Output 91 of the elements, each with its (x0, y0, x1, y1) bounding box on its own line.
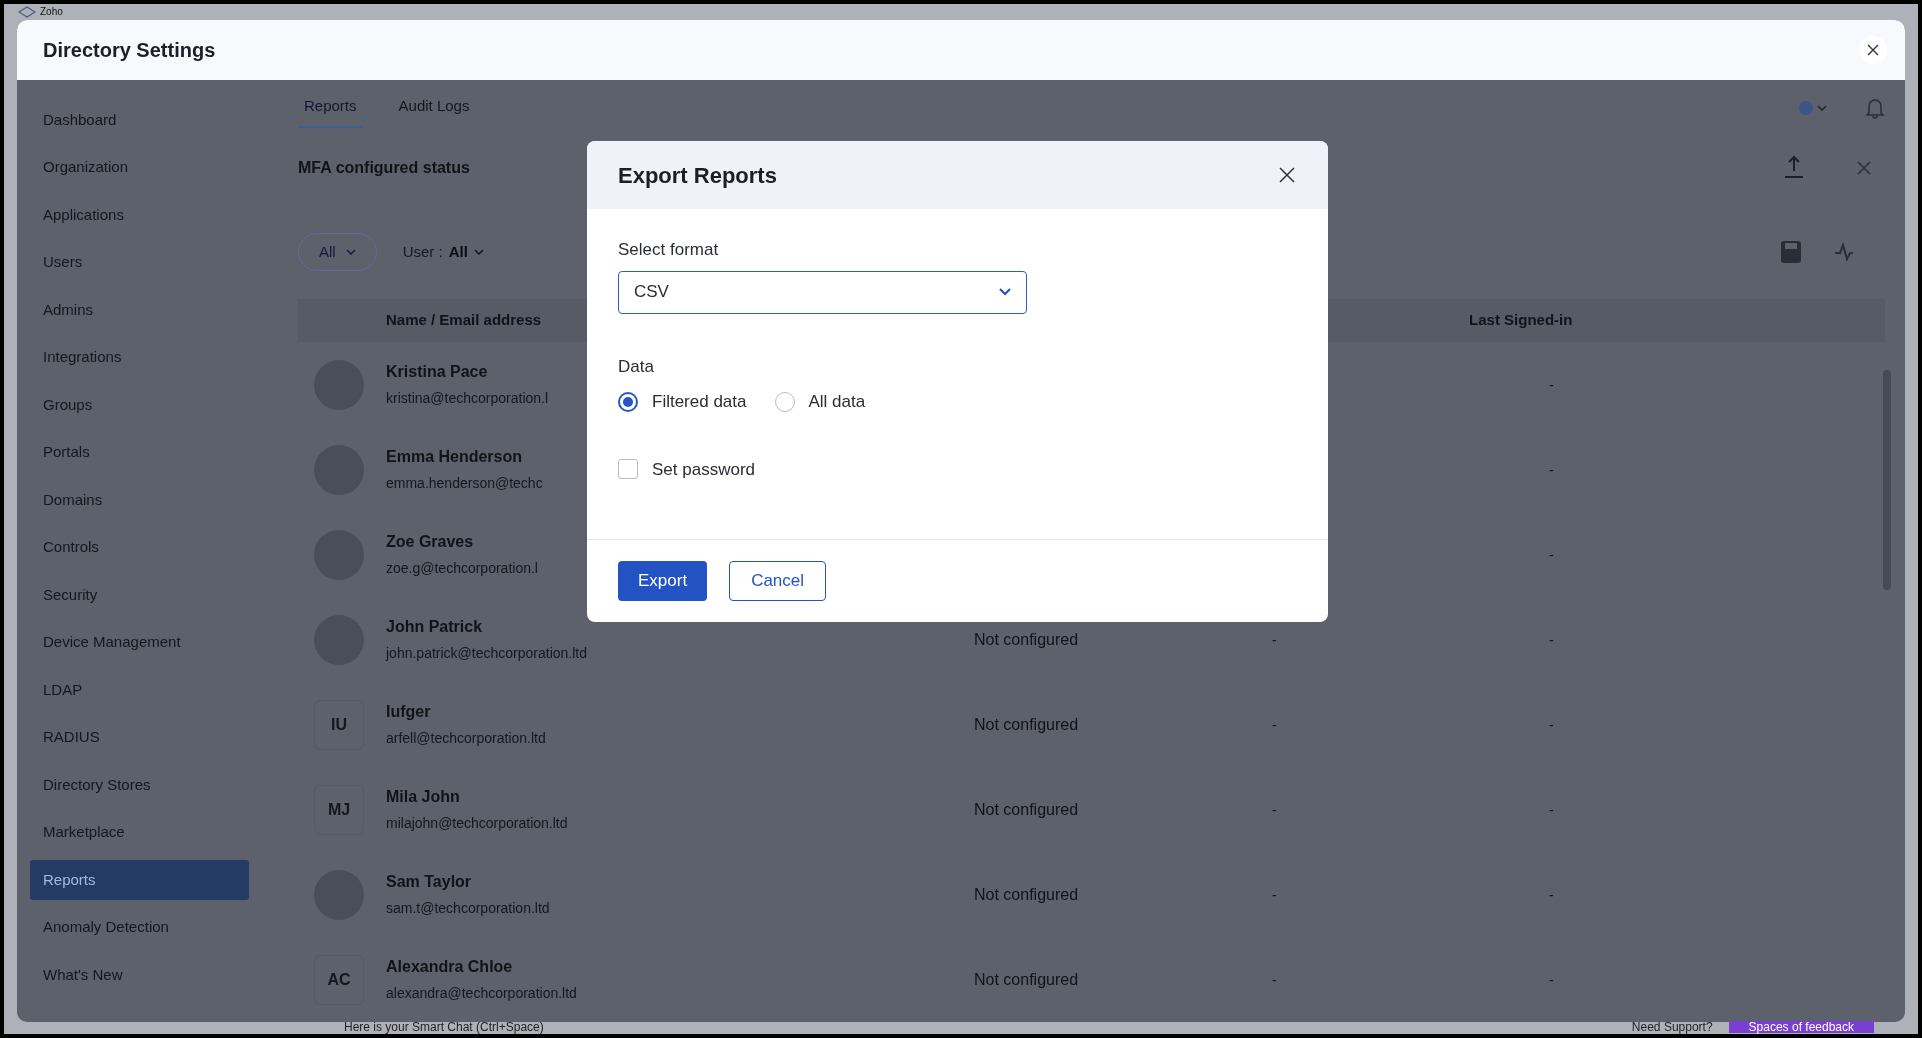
user-email: sam.t@techcorporation.ltd (386, 899, 550, 918)
logo-icon (18, 6, 36, 18)
close-icon (1867, 44, 1879, 56)
sidebar-item[interactable]: Applications (30, 195, 249, 235)
sidebar-item[interactable]: Device Management (30, 622, 249, 663)
report-title: MFA configured status (298, 158, 470, 179)
user-name: Zoe Graves (386, 532, 474, 552)
table-cell: - (1272, 971, 1277, 988)
user-name: Sam Taylor (386, 872, 472, 892)
radio-label: All data (808, 391, 866, 413)
user-email: zoe.g@techcorporation.l (386, 559, 538, 578)
user-email: arfell@techcorporation.ltd (386, 729, 546, 748)
column-header: Last Signed-in (1469, 310, 1573, 331)
user-name: Kristina Pace (386, 362, 488, 382)
field-label: Select format (618, 239, 720, 261)
cancel-button[interactable]: Cancel (729, 561, 827, 601)
sidebar-item[interactable]: LDAP (30, 670, 249, 710)
close-button[interactable] (1277, 165, 1297, 185)
chevron-icon (345, 249, 356, 256)
avatar-initials: IU (314, 699, 364, 750)
bell-icon[interactable] (1865, 96, 1885, 119)
chat-hint[interactable]: Here is your Smart Chat (Ctrl+Space) (344, 1021, 544, 1033)
radio-label: Filtered data (652, 391, 747, 413)
avatar-initials: MJ (314, 784, 364, 835)
format-dropdown[interactable]: CSV (618, 270, 1027, 314)
sidebar-item[interactable]: Security (30, 575, 249, 615)
support-link[interactable]: Need Support? (1631, 1021, 1713, 1033)
checkbox-label: Set password (652, 458, 755, 481)
close-icon[interactable] (1857, 161, 1871, 176)
sidebar-item[interactable]: What's New (30, 955, 249, 995)
avatar-initials: AC (314, 954, 364, 1005)
user-filter-dropdown[interactable]: User : All (388, 233, 498, 272)
sidebar-item[interactable]: Integrations (30, 337, 249, 378)
table-cell: - (1549, 461, 1554, 478)
pulse-icon[interactable] (1833, 241, 1855, 264)
sidebar-item[interactable]: Marketplace (30, 812, 249, 853)
table-cell: - (1272, 886, 1277, 903)
table-cell: - (1549, 971, 1554, 988)
table-cell: - (1549, 716, 1554, 733)
sidebar-item[interactable]: Controls (30, 527, 249, 568)
user-email: alexandra@techcorporation.ltd (386, 984, 577, 1003)
table-cell: - (1549, 801, 1554, 818)
user-name: Mila John (386, 787, 460, 807)
chevron-icon (1817, 104, 1827, 111)
user-email: john.patrick@techcorporation.ltd (386, 644, 587, 663)
sidebar-item[interactable]: Anomaly Detection (30, 907, 249, 948)
radio-button[interactable] (618, 391, 638, 412)
table-cell: - (1272, 631, 1277, 648)
sidebar-item[interactable]: Admins (30, 290, 249, 330)
column-header: Name / Email address (386, 310, 542, 331)
sidebar-item[interactable]: Dashboard (30, 100, 249, 140)
save-icon[interactable] (1779, 239, 1803, 266)
close-icon (1279, 167, 1295, 183)
logo-text: Zoho (40, 7, 63, 17)
table-cell: - (1549, 631, 1554, 648)
table-cell: - (1549, 376, 1554, 393)
sidebar-item[interactable]: Portals (30, 432, 249, 473)
status-text: Not configured (974, 630, 1079, 648)
checkbox[interactable] (618, 459, 638, 480)
sidebar-item[interactable]: RADIUS (30, 717, 249, 758)
feedback-button[interactable]: Spaces of feedback (1728, 1021, 1874, 1033)
sidebar-item[interactable]: Users (30, 242, 249, 283)
status-text: Not configured (974, 715, 1079, 733)
export-button[interactable]: Export (618, 561, 708, 601)
user-name: Alexandra Chloe (386, 957, 513, 977)
sidebar-item[interactable]: Groups (30, 385, 249, 425)
user-email: milajohn@techcorporation.ltd (386, 814, 568, 833)
dialog-title: Export Reports (618, 161, 777, 190)
status-text: Not configured (974, 970, 1079, 988)
user-name: Iufger (386, 702, 431, 722)
sidebar-item[interactable]: Domains (30, 480, 249, 520)
table-cell: - (1549, 546, 1554, 563)
field-label: Data (618, 355, 655, 378)
close-button[interactable] (1859, 36, 1887, 64)
user-name: John Patrick (386, 617, 483, 637)
table-cell: - (1272, 801, 1277, 818)
status-text: Not configured (974, 885, 1079, 903)
tab[interactable]: Reports (298, 87, 363, 128)
sidebar-item[interactable]: Reports (30, 860, 249, 900)
window-title: Directory Settings (43, 38, 216, 63)
user-email: kristina@techcorporation.l (386, 389, 549, 408)
sidebar-item[interactable]: Directory Stores (30, 765, 249, 805)
status-text: Not configured (974, 800, 1079, 818)
table-cell: - (1549, 886, 1554, 903)
tab[interactable]: Audit Logs (392, 87, 476, 128)
user-email: emma.henderson@techc (386, 474, 543, 493)
chevron-icon (999, 288, 1011, 296)
sidebar-item[interactable]: Organization (30, 147, 249, 188)
chevron-icon (473, 249, 484, 256)
user-name: Emma Henderson (386, 447, 523, 467)
table-cell: - (1272, 716, 1277, 733)
